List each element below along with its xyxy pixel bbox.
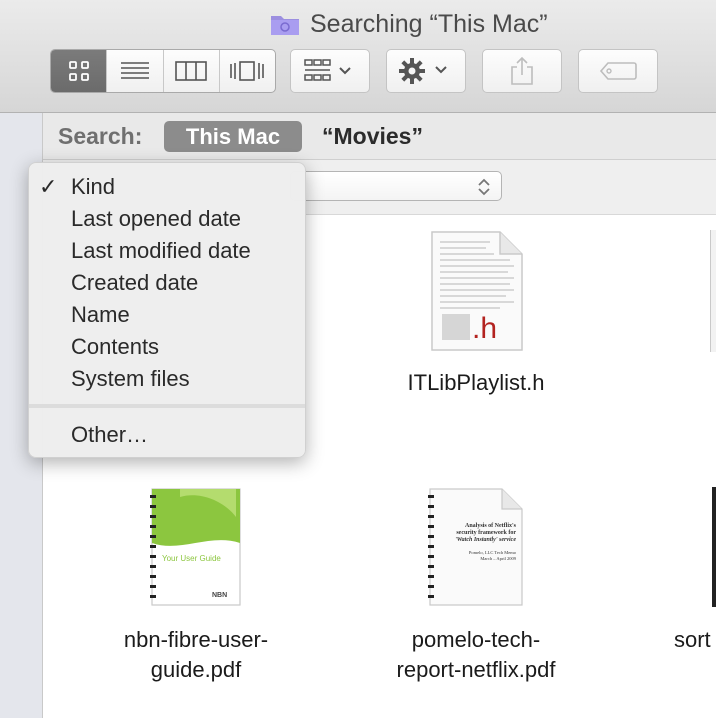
menu-item-name[interactable]: Name xyxy=(71,301,130,329)
file-name-line: guide.pdf xyxy=(150,657,242,682)
file-name: ITLibPlaylist.h xyxy=(407,370,545,395)
share-icon xyxy=(511,56,533,85)
checkmark-icon: ✓ xyxy=(39,174,58,199)
pdf-document-icon: Analysis of Netflix's security framework… xyxy=(428,488,523,606)
column-view-button[interactable] xyxy=(164,50,220,92)
menu-separator xyxy=(29,404,305,408)
menu-item-other[interactable]: Other… xyxy=(71,421,148,449)
share-button[interactable] xyxy=(482,49,562,93)
file-name: nbn-fibre-user- guide.pdf xyxy=(80,625,312,685)
cover-line: Analysis of Netflix's xyxy=(465,523,517,529)
smart-folder-icon xyxy=(271,16,299,35)
scope-this-mac-button[interactable]: This Mac xyxy=(164,121,302,152)
columns-icon xyxy=(175,61,207,81)
list-icon xyxy=(120,62,149,79)
file-name-line: nbn-fibre-user- xyxy=(123,627,269,652)
file-item-itlibplaylist[interactable]: .h xyxy=(430,230,524,352)
menu-item-kind[interactable]: Kind xyxy=(71,173,115,201)
list-view-button[interactable] xyxy=(107,50,164,92)
tags-button[interactable] xyxy=(578,49,658,93)
cover-flow-icon xyxy=(230,61,265,81)
cover-line: March – April 2009 xyxy=(480,556,516,561)
criteria-attribute-menu: ✓ Kind Last opened date Last modified da… xyxy=(28,162,306,458)
file-item-pomelo-report[interactable]: Analysis of Netflix's security framework… xyxy=(428,487,524,607)
svg-text:.h: .h xyxy=(472,312,497,345)
pdf-document-icon: Your User Guide NBN xyxy=(150,488,241,606)
window-title: Searching “This Mac” xyxy=(310,10,548,38)
file-item-partial[interactable] xyxy=(712,487,716,607)
tag-icon xyxy=(599,62,637,80)
cover-line: security framework for xyxy=(456,530,516,536)
file-name: pomelo-tech- report-netflix.pdf xyxy=(356,625,596,685)
menu-item-contents[interactable]: Contents xyxy=(71,333,159,361)
updown-chevron-icon xyxy=(478,178,490,196)
file-item-partial[interactable] xyxy=(710,230,716,352)
search-label: Search: xyxy=(58,123,143,149)
menu-item-last-opened-date[interactable]: Last opened date xyxy=(71,205,241,233)
header-file-icon: .h xyxy=(431,231,523,351)
menu-item-last-modified-date[interactable]: Last modified date xyxy=(71,237,251,265)
arrange-grid-icon xyxy=(304,59,351,81)
file-name-line: report-netflix.pdf xyxy=(396,657,556,682)
criteria-value-popup[interactable] xyxy=(290,171,502,201)
view-mode-segmented-control[interactable] xyxy=(50,49,276,93)
file-name-line: pomelo-tech- xyxy=(411,627,541,652)
arrange-button[interactable] xyxy=(290,49,370,93)
cover-flow-view-button[interactable] xyxy=(220,50,275,92)
cover-line: 'Watch Instantly' service xyxy=(455,537,516,543)
menu-item-created-date[interactable]: Created date xyxy=(71,269,198,297)
file-name: sort xyxy=(674,627,711,652)
cover-title: Your User Guide xyxy=(162,554,221,563)
gear-icon xyxy=(399,58,447,84)
icon-view-button[interactable] xyxy=(51,50,108,92)
file-item-nbn-guide[interactable]: Your User Guide NBN xyxy=(150,487,242,607)
cover-badge: NBN xyxy=(212,592,227,599)
grid-icon xyxy=(68,61,89,81)
action-button[interactable] xyxy=(386,49,466,93)
scope-movies-button[interactable]: “Movies” xyxy=(322,122,423,150)
menu-item-system-files[interactable]: System files xyxy=(71,365,190,393)
